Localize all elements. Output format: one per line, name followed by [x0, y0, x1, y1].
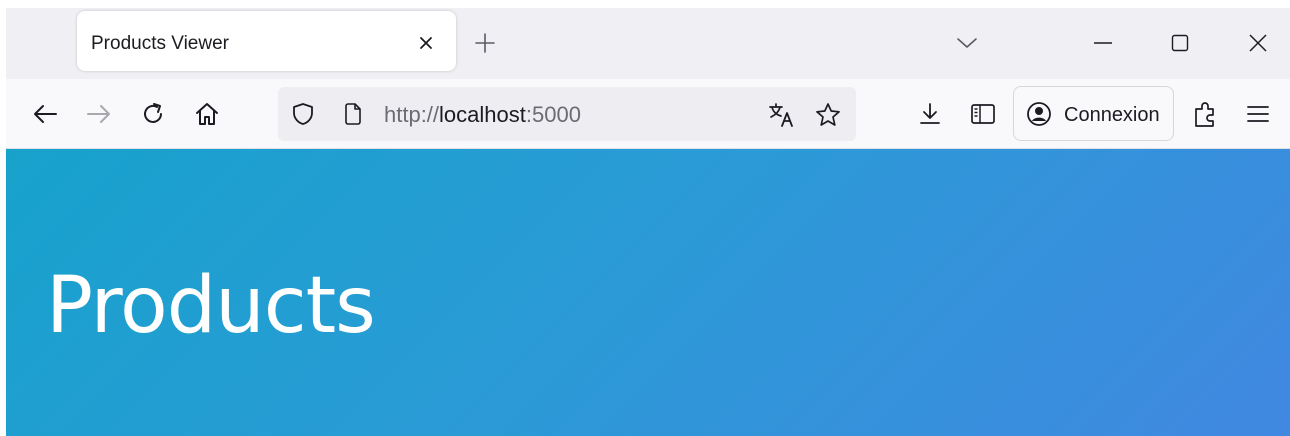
back-icon[interactable] — [28, 97, 62, 131]
signin-button[interactable]: Connexion — [1013, 86, 1174, 141]
extensions-icon[interactable] — [1188, 97, 1222, 131]
menu-icon[interactable] — [1241, 97, 1275, 131]
account-icon — [1026, 101, 1052, 127]
url-port: :5000 — [525, 102, 581, 127]
home-icon[interactable] — [190, 97, 224, 131]
sidebar-icon[interactable] — [966, 97, 1000, 131]
page-title: Products — [46, 261, 376, 351]
tab-close-icon[interactable] — [413, 30, 439, 56]
tab-title: Products Viewer — [91, 33, 229, 54]
forward-icon[interactable] — [82, 97, 116, 131]
tab-bar: Products Viewer — [6, 8, 1290, 79]
reload-icon[interactable] — [136, 97, 170, 131]
page-hero: Products — [6, 149, 1290, 436]
url-bar[interactable]: http://localhost:5000 — [278, 87, 856, 141]
url-host: localhost — [439, 102, 526, 127]
maximize-icon[interactable] — [1163, 28, 1197, 58]
url-text[interactable]: http://localhost:5000 — [384, 102, 581, 128]
translate-icon[interactable] — [768, 101, 796, 129]
browser-window: Products Viewer http://localhost:5000 Co… — [6, 8, 1290, 436]
minimize-icon[interactable] — [1086, 28, 1120, 58]
signin-label: Connexion — [1064, 104, 1160, 126]
navigation-toolbar: http://localhost:5000 Connexion — [6, 79, 1290, 149]
tab-products-viewer[interactable]: Products Viewer — [77, 11, 456, 71]
shield-icon[interactable] — [290, 101, 316, 127]
page-icon[interactable] — [340, 101, 366, 127]
url-scheme: http:// — [384, 102, 440, 127]
star-icon[interactable] — [814, 101, 842, 129]
window-close-icon[interactable] — [1241, 28, 1275, 58]
list-tabs-chevron-down-icon[interactable] — [952, 28, 982, 58]
new-tab-plus-icon[interactable] — [470, 28, 500, 58]
download-icon[interactable] — [913, 97, 947, 131]
